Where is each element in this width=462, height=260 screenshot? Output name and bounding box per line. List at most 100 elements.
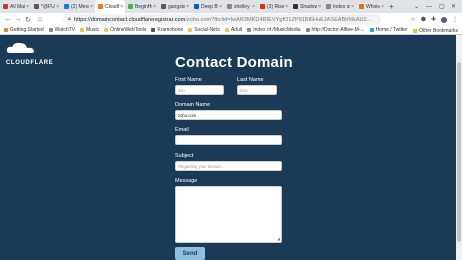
bookmark-icon <box>224 28 229 32</box>
tab-strip: All Mail×*@FUCKS×(2) Messa×Cloudfla×Begi… <box>0 0 462 13</box>
tab-label: gangstar <box>168 3 186 10</box>
tab-label: Shadows <box>300 3 318 10</box>
tab-favicon-icon <box>326 4 331 9</box>
avatar[interactable] <box>441 16 447 23</box>
address-bar[interactable]: 🔒︎ https://domaincontact.cloudflareregis… <box>63 14 381 25</box>
bookmark-item[interactable]: Adult <box>224 27 243 33</box>
close-window-icon[interactable]: ✕ <box>451 0 456 13</box>
new-tab-button[interactable]: + <box>389 2 394 11</box>
bookmark-item[interactable]: Getting Started <box>4 27 44 33</box>
bookmark-item[interactable]: Social-Nets <box>188 27 220 33</box>
bookmark-item[interactable]: WatchTV <box>48 27 76 33</box>
minimize-icon[interactable]: — <box>426 0 432 13</box>
bookmark-label: WatchTV <box>54 27 76 33</box>
tab-favicon-icon <box>293 4 298 9</box>
domain-name-field[interactable]: zoho.com <box>175 110 282 120</box>
bookmark-item[interactable]: http://Doctor-Alfiee-M-... <box>305 27 365 33</box>
tab-label: (3) Rise <box>267 3 285 10</box>
subject-field[interactable]: Regarding your domain... <box>175 161 282 171</box>
browser-tab[interactable]: gangstar× <box>158 0 191 13</box>
tab-close-icon[interactable]: × <box>285 4 288 10</box>
bookmark-label: Adult <box>230 27 243 33</box>
tab-close-icon[interactable]: × <box>56 4 59 10</box>
browser-tab[interactable]: shelley × <box>224 0 257 13</box>
bookmark-label: OnlineWebTools <box>110 27 147 33</box>
bookmark-icon <box>104 28 109 32</box>
browser-tab[interactable]: Deep Blu× <box>191 0 224 13</box>
tab-close-icon[interactable]: × <box>219 4 222 10</box>
browser-tab[interactable]: Whois p× <box>356 0 386 13</box>
star-icon[interactable]: ☆ <box>410 16 415 23</box>
bookmark-label: Kramobone <box>157 27 184 33</box>
puzzle-icon[interactable]: ✚ <box>431 16 436 23</box>
home-icon[interactable]: ⌂ <box>35 16 45 23</box>
other-bookmarks-label: Other Bookmarks <box>419 27 458 34</box>
back-icon[interactable]: ← <box>3 16 13 23</box>
message-label: Message <box>175 178 198 184</box>
reload-icon[interactable]: ↻ <box>23 16 33 24</box>
tab-search-icon[interactable]: ⌄ <box>414 0 419 13</box>
browser-tab[interactable]: Shadows× <box>290 0 323 13</box>
bookmark-icon <box>188 28 193 32</box>
tab-favicon-icon <box>227 4 232 9</box>
email-field[interactable] <box>175 135 282 145</box>
bookmark-icon <box>48 28 53 32</box>
browser-toolbar: ← → ↻ ⌂ 🔒︎ https://domaincontact.cloudfl… <box>0 13 462 26</box>
bookmark-item[interactable]: OnlineWebTools <box>104 27 146 33</box>
bookmark-label: Music <box>86 27 100 33</box>
last-name-field[interactable]: Doe <box>237 85 277 95</box>
forward-icon[interactable]: → <box>13 16 23 23</box>
scrollbar-thumb[interactable] <box>457 62 461 242</box>
browser-tab[interactable]: (3) Rise × <box>257 0 290 13</box>
browser-tab[interactable]: Index of /× <box>323 0 356 13</box>
browser-tab[interactable]: (2) Messa× <box>61 0 95 13</box>
browser-tab[interactable]: BeginHere× <box>125 0 158 13</box>
tab-close-icon[interactable]: × <box>26 4 29 10</box>
tab-favicon-icon <box>3 4 8 9</box>
tab-label: Index of / <box>333 3 350 10</box>
bookmark-item[interactable]: Index of /MusicMedia <box>247 27 301 33</box>
first-name-field[interactable]: Jon <box>175 85 224 95</box>
extension-icon[interactable]: ⬢ <box>421 16 426 23</box>
tab-label: All Mail <box>10 3 26 10</box>
resize-grip-icon[interactable]: ◢ <box>277 236 280 241</box>
bookmark-icon <box>305 28 310 32</box>
tab-favicon-icon <box>98 4 103 9</box>
bookmark-item[interactable]: Kramobone <box>151 27 183 33</box>
bookmark-icon <box>247 28 252 32</box>
tab-close-icon[interactable]: × <box>90 4 93 10</box>
tab-label: (2) Messa <box>71 3 89 10</box>
bookmark-item[interactable]: Home / Twitter <box>369 27 408 33</box>
browser-tab[interactable]: *@FUCKS× <box>31 0 61 13</box>
domain-name-label: Domain Name <box>175 102 211 108</box>
bookmark-icon <box>151 28 156 32</box>
bookmarks-bar: Getting Started WatchTV Music OnlineWebTool… <box>0 26 462 35</box>
message-textarea[interactable]: ◢ <box>175 186 282 243</box>
first-name-label: First Name <box>175 77 202 83</box>
tab-close-icon[interactable]: × <box>120 4 123 10</box>
maximize-icon[interactable]: ▢ <box>439 0 445 13</box>
cloudflare-logo[interactable]: CLOUDFLARE <box>6 41 53 66</box>
browser-tab[interactable]: All Mail × <box>0 0 31 13</box>
bookmark-item[interactable]: Music <box>80 27 99 33</box>
tab-close-icon[interactable]: × <box>153 4 156 10</box>
send-button[interactable]: Send <box>175 247 205 260</box>
lock-icon: 🔒︎ <box>68 16 71 22</box>
tab-close-icon[interactable]: × <box>252 4 255 10</box>
tab-favicon-icon <box>34 4 39 9</box>
tab-close-icon[interactable]: × <box>351 4 354 10</box>
tab-label: shelley <box>234 3 250 10</box>
browser-tab[interactable]: Cloudfla× <box>95 0 125 13</box>
tab-close-icon[interactable]: × <box>381 4 384 10</box>
tab-close-icon[interactable]: × <box>186 4 189 10</box>
tab-favicon-icon <box>260 4 265 9</box>
tab-favicon-icon <box>161 4 166 9</box>
email-label: Email <box>175 127 189 133</box>
other-bookmarks[interactable]: Other Bookmarks <box>413 26 458 34</box>
bookmark-icon <box>80 28 85 32</box>
bookmark-label: Social-Nets <box>194 27 220 33</box>
menu-icon[interactable]: ⋮ <box>452 16 458 23</box>
bookmark-icon <box>4 28 8 32</box>
tab-favicon-icon <box>359 4 364 9</box>
tab-close-icon[interactable]: × <box>318 4 321 10</box>
